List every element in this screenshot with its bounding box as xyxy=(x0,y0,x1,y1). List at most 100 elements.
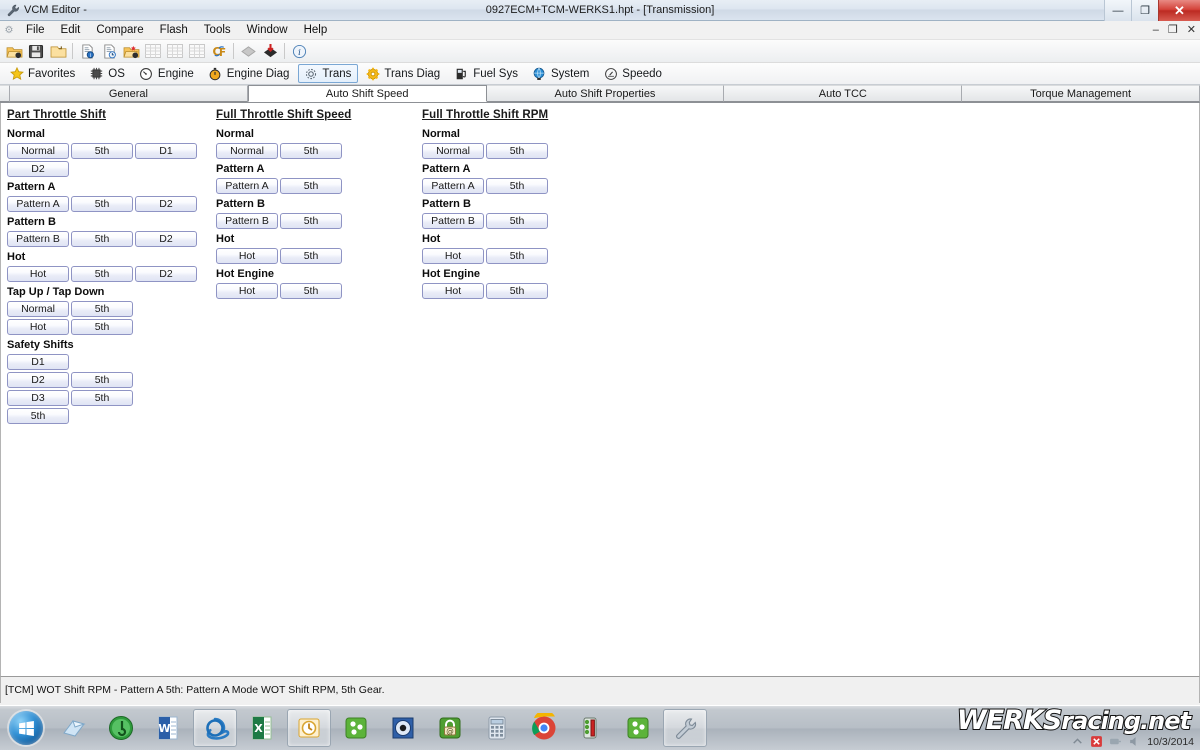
parameter-button[interactable]: D2 xyxy=(7,372,69,388)
taskbar-item-excel[interactable]: X xyxy=(240,709,284,747)
menu-item-window[interactable]: Window xyxy=(239,21,296,39)
parameter-button[interactable]: 5th xyxy=(71,231,133,247)
menu-item-edit[interactable]: Edit xyxy=(53,21,89,39)
parameter-button[interactable]: D2 xyxy=(135,196,197,212)
taskbar-item-internet-explorer[interactable] xyxy=(193,709,237,747)
mdi-minimize-button[interactable]: – xyxy=(1153,21,1159,40)
nav-item-system[interactable]: System xyxy=(527,64,596,83)
network-icon[interactable] xyxy=(1109,735,1122,748)
tab-auto-tcc[interactable]: Auto TCC xyxy=(724,85,963,102)
parameter-button[interactable]: Hot xyxy=(422,283,484,299)
parameter-button[interactable]: Normal xyxy=(7,301,69,317)
start-button[interactable] xyxy=(3,708,49,748)
write-vehicle-icon[interactable] xyxy=(259,41,281,62)
parameter-button[interactable]: Normal xyxy=(216,143,278,159)
nav-item-trans[interactable]: Trans xyxy=(298,64,359,83)
taskbar-item-mail-lock[interactable]: @ xyxy=(428,709,472,747)
nav-item-trans-diag[interactable]: Trans Diag xyxy=(360,64,447,83)
mdi-close-button[interactable]: ✕ xyxy=(1187,21,1196,40)
taskbar-item-vcm-editor[interactable] xyxy=(663,709,707,747)
parameter-button[interactable]: D2 xyxy=(7,161,69,177)
parameter-button[interactable]: Hot xyxy=(7,319,69,335)
parameter-button[interactable]: D2 xyxy=(135,231,197,247)
maximize-button[interactable]: ❐ xyxy=(1131,0,1158,21)
tab-auto-shift-properties[interactable]: Auto Shift Properties xyxy=(486,85,725,102)
parameter-button[interactable]: Pattern A xyxy=(7,196,69,212)
tray-date[interactable]: 10/3/2014 xyxy=(1147,736,1194,748)
open-folder-icon[interactable] xyxy=(3,41,25,62)
parameter-button[interactable]: 5th xyxy=(280,213,342,229)
nav-item-speedo[interactable]: Speedo xyxy=(598,64,669,83)
parameter-button[interactable]: Normal xyxy=(7,143,69,159)
parameter-button[interactable]: Hot xyxy=(422,248,484,264)
taskbar-item-chrome[interactable] xyxy=(522,709,566,747)
save-as-icon[interactable] xyxy=(47,41,69,62)
parameter-button[interactable]: 5th xyxy=(280,143,342,159)
file-info-icon[interactable]: i xyxy=(76,41,98,62)
close-button[interactable]: ✕ xyxy=(1158,0,1200,21)
taskbar-item-notepad[interactable] xyxy=(52,709,96,747)
parameter-button[interactable]: 5th xyxy=(71,319,133,335)
parameter-button[interactable]: 5th xyxy=(486,213,548,229)
minimize-button[interactable]: — xyxy=(1104,0,1131,21)
parameter-button[interactable]: D2 xyxy=(135,266,197,282)
taskbar-item-calculator[interactable] xyxy=(475,709,519,747)
menu-item-help[interactable]: Help xyxy=(296,21,336,39)
menu-item-flash[interactable]: Flash xyxy=(152,21,196,39)
parameter-button[interactable]: D1 xyxy=(7,354,69,370)
mdi-restore-button[interactable]: ❐ xyxy=(1168,21,1178,40)
file-history-icon[interactable] xyxy=(98,41,120,62)
parameter-button[interactable]: 5th xyxy=(71,301,133,317)
parameter-button[interactable]: Pattern A xyxy=(422,178,484,194)
column-title: Part Throttle Shift xyxy=(7,109,107,121)
parameter-button[interactable]: 5th xyxy=(486,143,548,159)
nav-item-favorites[interactable]: Favorites xyxy=(4,64,82,83)
parameter-button[interactable]: 5th xyxy=(486,283,548,299)
nav-item-engine[interactable]: Engine xyxy=(134,64,201,83)
chevron-up-icon[interactable] xyxy=(1071,735,1084,748)
units-convert-icon[interactable]: CF xyxy=(208,41,230,62)
parameter-button[interactable]: Pattern B xyxy=(216,213,278,229)
open-recent-icon[interactable] xyxy=(120,41,142,62)
taskbar-item-hp-tuners[interactable] xyxy=(569,709,613,747)
parameter-button[interactable]: 5th xyxy=(71,390,133,406)
menu-item-tools[interactable]: Tools xyxy=(196,21,239,39)
tab-auto-shift-speed[interactable]: Auto Shift Speed xyxy=(247,85,487,102)
parameter-button[interactable]: Pattern B xyxy=(7,231,69,247)
nav-item-os[interactable]: OS xyxy=(84,64,132,83)
parameter-button[interactable]: 5th xyxy=(71,196,133,212)
parameter-button[interactable]: D1 xyxy=(135,143,197,159)
parameter-button[interactable]: Normal xyxy=(422,143,484,159)
nav-item-engine-diag[interactable]: Engine Diag xyxy=(203,64,297,83)
nav-item-fuel-sys[interactable]: Fuel Sys xyxy=(449,64,525,83)
taskbar-item-media-classic[interactable] xyxy=(381,709,425,747)
taskbar-item-media-player[interactable] xyxy=(99,709,143,747)
parameter-button[interactable]: 5th xyxy=(71,143,133,159)
info-icon[interactable]: i xyxy=(288,41,310,62)
parameter-button[interactable]: 5th xyxy=(280,283,342,299)
parameter-button[interactable]: 5th xyxy=(486,178,548,194)
tab-torque-management[interactable]: Torque Management xyxy=(962,85,1200,102)
tab-general[interactable]: General xyxy=(10,85,248,102)
menu-item-compare[interactable]: Compare xyxy=(88,21,151,39)
parameter-button[interactable]: 5th xyxy=(280,178,342,194)
parameter-button[interactable]: Pattern B xyxy=(422,213,484,229)
parameter-button[interactable]: 5th xyxy=(7,408,69,424)
parameter-button[interactable]: 5th xyxy=(280,248,342,264)
parameter-button[interactable]: D3 xyxy=(7,390,69,406)
taskbar-item-green-apps[interactable] xyxy=(334,709,378,747)
parameter-button[interactable]: Pattern A xyxy=(216,178,278,194)
flag-error-icon[interactable] xyxy=(1090,735,1103,748)
parameter-button[interactable]: 5th xyxy=(71,372,133,388)
taskbar-item-green-apps-2[interactable] xyxy=(616,709,660,747)
save-icon[interactable] xyxy=(25,41,47,62)
parameter-button[interactable]: Hot xyxy=(216,248,278,264)
parameter-button[interactable]: Hot xyxy=(7,266,69,282)
parameter-button[interactable]: Hot xyxy=(216,283,278,299)
volume-icon[interactable] xyxy=(1128,735,1141,748)
parameter-button[interactable]: 5th xyxy=(71,266,133,282)
taskbar-item-word[interactable]: W xyxy=(146,709,190,747)
taskbar-item-outlook[interactable] xyxy=(287,709,331,747)
parameter-button[interactable]: 5th xyxy=(486,248,548,264)
menu-item-file[interactable]: File xyxy=(18,21,53,39)
